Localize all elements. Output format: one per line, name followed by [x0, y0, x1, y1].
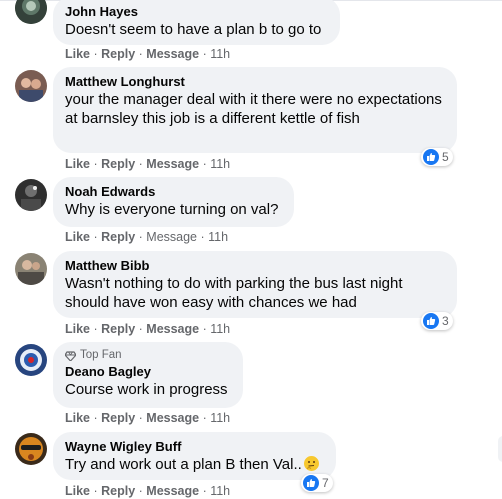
avatar[interactable] — [15, 70, 47, 102]
comment-time[interactable]: 11h — [210, 411, 230, 425]
reaction-number: 5 — [442, 150, 449, 164]
reaction-count[interactable]: 3 — [421, 312, 453, 330]
reply-link[interactable]: Reply — [101, 411, 135, 425]
comment-text: Why is everyone turning on val? — [65, 201, 279, 218]
thumbs-up-icon — [303, 475, 319, 491]
comment-text: your the manager deal with it there were… — [65, 91, 442, 127]
comment-actions: Like · Reply · Message · 11h — [65, 157, 231, 171]
reaction-count[interactable]: 7 — [301, 474, 333, 492]
comment-author[interactable]: Matthew Longhurst — [65, 73, 445, 90]
thinking-face-icon — [303, 456, 319, 471]
avatar[interactable] — [15, 179, 47, 211]
comment-author[interactable]: John Hayes — [65, 3, 328, 20]
comment-bubble: Matthew Longhurst your the manager deal … — [53, 67, 457, 153]
comment-actions: Like · Reply · Message · 11h — [65, 322, 231, 336]
comment-bubble: Wayne Wigley Buff Try and work out a pla… — [53, 432, 336, 480]
comment-actions: Like · Reply · Message · 11h — [65, 47, 231, 61]
like-link[interactable]: Like — [65, 411, 90, 425]
comment-bubble: John Hayes Doesn't seem to have a plan b… — [53, 0, 340, 45]
avatar-image — [15, 179, 47, 211]
like-link[interactable]: Like — [65, 484, 90, 498]
avatar[interactable] — [15, 253, 47, 285]
reply-link[interactable]: Reply — [101, 230, 135, 244]
comment-actions: Like · Reply · Message · 11h — [65, 411, 231, 425]
top-fan-label: Top Fan — [80, 349, 122, 361]
comment-text: Course work in progress — [65, 381, 228, 398]
comment-actions: Like · Reply · Message · 11h — [65, 484, 231, 498]
reaction-number: 7 — [322, 476, 329, 490]
reaction-count[interactable]: 5 — [421, 148, 453, 166]
avatar-image — [15, 0, 47, 24]
diamond-icon — [65, 350, 76, 361]
comment-bubble: Matthew Bibb Wasn't nothing to do with p… — [53, 251, 457, 318]
comment-text: Doesn't seem to have a plan b to go to — [65, 21, 322, 38]
comment-author[interactable]: Wayne Wigley Buff — [65, 438, 324, 455]
comment-bubble: Noah Edwards Why is everyone turning on … — [53, 177, 294, 227]
comment-author[interactable]: Matthew Bibb — [65, 257, 445, 274]
message-link[interactable]: Message — [146, 157, 199, 171]
reply-link[interactable]: Reply — [101, 322, 135, 336]
message-link[interactable]: Message — [146, 322, 199, 336]
reply-link[interactable]: Reply — [101, 47, 135, 61]
like-link[interactable]: Like — [65, 230, 90, 244]
scrollbar-thumb[interactable] — [498, 436, 502, 462]
comment-time[interactable]: 11h — [210, 157, 230, 171]
like-link[interactable]: Like — [65, 322, 90, 336]
message-link[interactable]: Message — [146, 411, 199, 425]
comment-text-content: Try and work out a plan B then Val.. — [65, 456, 302, 473]
comment-time[interactable]: 11h — [208, 230, 228, 244]
reaction-number: 3 — [442, 314, 449, 328]
avatar-image — [15, 344, 47, 376]
message-link[interactable]: Message — [146, 230, 197, 244]
avatar[interactable] — [15, 344, 47, 376]
reply-link[interactable]: Reply — [101, 484, 135, 498]
avatar[interactable] — [15, 0, 47, 24]
avatar-image — [15, 70, 47, 102]
comment-time[interactable]: 11h — [210, 47, 230, 61]
comment-bubble: Top Fan Deano Bagley Course work in prog… — [53, 342, 243, 408]
comment-actions: Like · Reply · Message · 11h — [65, 230, 229, 244]
comment-time[interactable]: 11h — [210, 484, 230, 498]
avatar-image — [15, 253, 47, 285]
comment-author[interactable]: Noah Edwards — [65, 183, 282, 200]
like-link[interactable]: Like — [65, 157, 90, 171]
avatar[interactable] — [15, 433, 47, 465]
message-link[interactable]: Message — [146, 47, 199, 61]
comment-text: Try and work out a plan B then Val.. — [65, 455, 324, 474]
avatar-image — [15, 433, 47, 465]
message-link[interactable]: Message — [146, 484, 199, 498]
like-link[interactable]: Like — [65, 47, 90, 61]
thumbs-up-icon — [423, 149, 439, 165]
comment-author[interactable]: Deano Bagley — [65, 363, 231, 380]
top-fan-badge[interactable]: Top Fan — [65, 348, 231, 363]
comment-text: Wasn't nothing to do with parking the bu… — [65, 275, 403, 311]
comment-time[interactable]: 11h — [210, 322, 230, 336]
reply-link[interactable]: Reply — [101, 157, 135, 171]
thumbs-up-icon — [423, 313, 439, 329]
